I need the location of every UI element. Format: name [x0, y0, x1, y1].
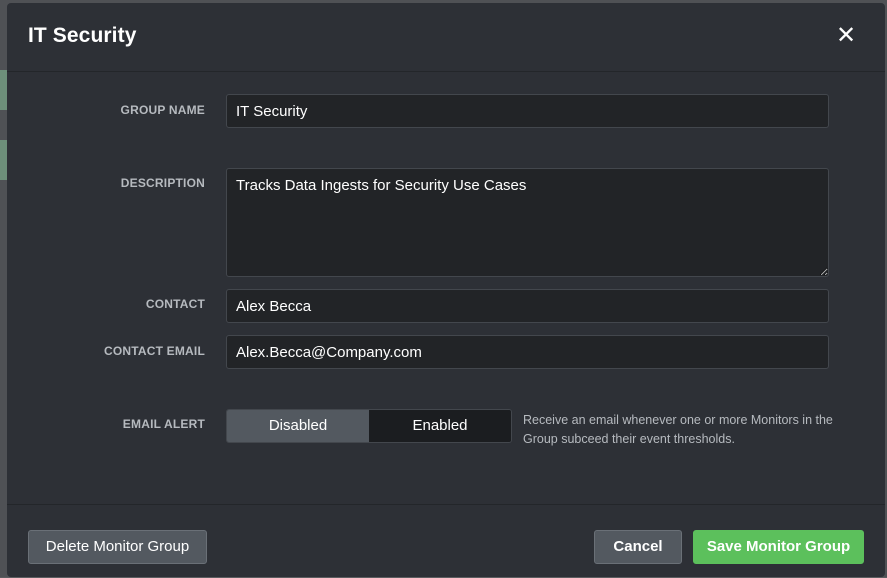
- dialog-header: IT Security ✕: [7, 3, 885, 72]
- delete-monitor-group-button[interactable]: Delete Monitor Group: [28, 530, 207, 564]
- email-alert-toggle[interactable]: Disabled Enabled: [226, 409, 512, 443]
- edit-monitor-group-dialog: IT Security ✕ GROUP NAME DESCRIPTION Tra…: [7, 3, 885, 577]
- cancel-button[interactable]: Cancel: [594, 530, 682, 564]
- email-alert-label: EMAIL ALERT: [122, 417, 205, 431]
- contact-input[interactable]: [226, 289, 829, 323]
- contact-label: CONTACT: [145, 297, 205, 311]
- email-alert-help-text: Receive an email whenever one or more Mo…: [523, 413, 833, 446]
- group-name-input[interactable]: [226, 94, 829, 128]
- backdrop-strip: [0, 140, 7, 180]
- dialog-footer: Delete Monitor Group Cancel Save Monitor…: [7, 504, 885, 578]
- backdrop-strip: [0, 70, 7, 110]
- dialog-title: IT Security: [28, 24, 137, 47]
- save-monitor-group-button[interactable]: Save Monitor Group: [693, 530, 864, 564]
- email-alert-option-disabled[interactable]: Disabled: [227, 410, 369, 442]
- description-label: DESCRIPTION: [120, 176, 205, 190]
- contact-email-label: CONTACT EMAIL: [103, 344, 205, 358]
- close-icon[interactable]: ✕: [834, 24, 858, 48]
- email-alert-option-enabled[interactable]: Enabled: [369, 410, 511, 442]
- group-name-label: GROUP NAME: [120, 103, 205, 117]
- contact-email-input[interactable]: [226, 335, 829, 369]
- description-textarea[interactable]: Tracks Data Ingests for Security Use Cas…: [226, 168, 829, 277]
